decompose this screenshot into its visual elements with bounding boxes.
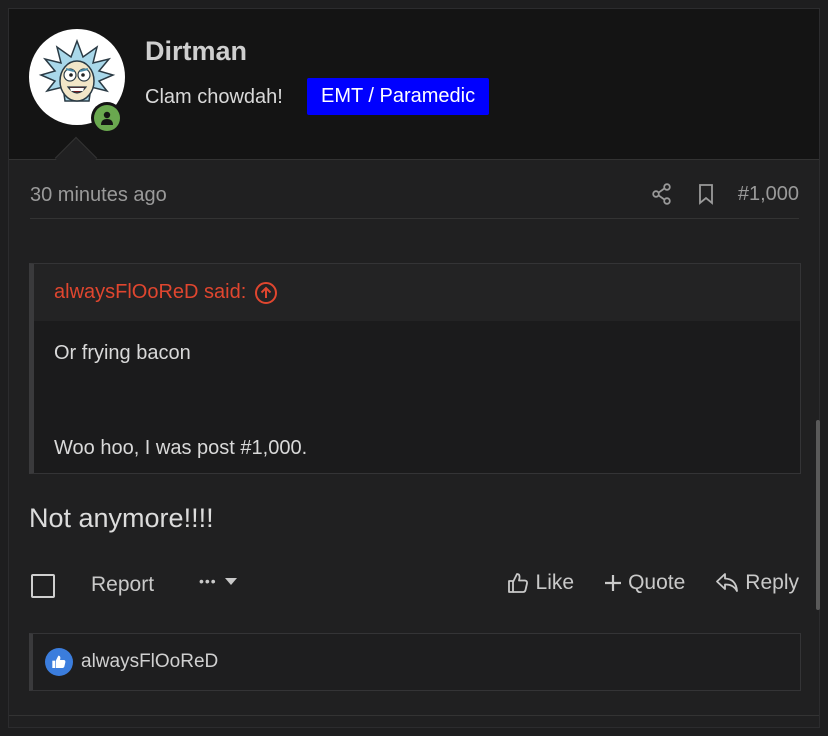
post-timestamp[interactable]: 30 minutes ago	[30, 184, 167, 207]
reply-arrow-icon	[716, 573, 739, 592]
online-status	[91, 102, 123, 134]
post-body-text: Not anymore!!!!	[29, 503, 214, 533]
thumbs-up-icon	[52, 655, 66, 668]
post-meta-row: 30 minutes ago #1,000	[30, 174, 799, 219]
reply-label: Reply	[745, 571, 799, 594]
like-reaction-icon	[45, 648, 73, 676]
like-label: Like	[535, 571, 575, 594]
chevron-down-icon	[224, 578, 237, 585]
post-reaction-actions: Like Quote Reply	[476, 571, 799, 595]
more-options-button[interactable]: •••	[199, 573, 239, 589]
reactions-bar[interactable]: alwaysFlOoReD	[29, 633, 801, 691]
quote-label: Quote	[628, 571, 686, 594]
divider	[9, 715, 819, 716]
share-icon	[652, 183, 671, 205]
post-actions-bar: Report ••• Like Quote Reply	[29, 569, 799, 613]
quote-button[interactable]: Quote	[604, 571, 685, 595]
bookmark-button[interactable]	[694, 182, 718, 206]
like-button[interactable]: Like	[506, 571, 575, 595]
user-banner-badge: EMT / Paramedic	[307, 78, 490, 115]
more-options-label: •••	[199, 573, 217, 589]
post-user-header: Dirtman Clam chowdah! EMT / Paramedic	[9, 9, 819, 160]
user-online-icon	[101, 111, 113, 125]
thumbs-up-icon	[507, 573, 528, 593]
bookmark-icon	[698, 184, 713, 205]
select-post-checkbox[interactable]	[31, 574, 55, 598]
quote-line: Or frying bacon	[54, 342, 191, 364]
post-container: Dirtman Clam chowdah! EMT / Paramedic 30…	[8, 8, 820, 728]
post-number-link[interactable]: #1,000	[738, 183, 799, 206]
reply-button[interactable]: Reply	[715, 571, 799, 595]
quote-header: alwaysFlOoReD said:	[34, 264, 800, 321]
reaction-user-link[interactable]: alwaysFlOoReD	[81, 651, 218, 673]
page-scrollbar[interactable]	[816, 420, 820, 610]
arrow-up-circle-icon[interactable]	[254, 281, 278, 305]
user-title: Clam chowdah!	[145, 86, 283, 108]
share-button[interactable]	[650, 182, 674, 206]
quote-body: Or frying bacon Woo hoo, I was post #1,0…	[34, 321, 800, 480]
report-button[interactable]: Report	[91, 573, 154, 597]
quote-block: alwaysFlOoReD said: Or frying bacon Woo …	[29, 263, 801, 474]
quote-author[interactable]: alwaysFlOoReD said:	[54, 281, 246, 304]
plus-icon	[605, 575, 622, 591]
username[interactable]: Dirtman	[145, 36, 247, 67]
quote-line: Woo hoo, I was post #1,000.	[54, 437, 308, 459]
post-meta-actions: #1,000	[650, 182, 799, 206]
